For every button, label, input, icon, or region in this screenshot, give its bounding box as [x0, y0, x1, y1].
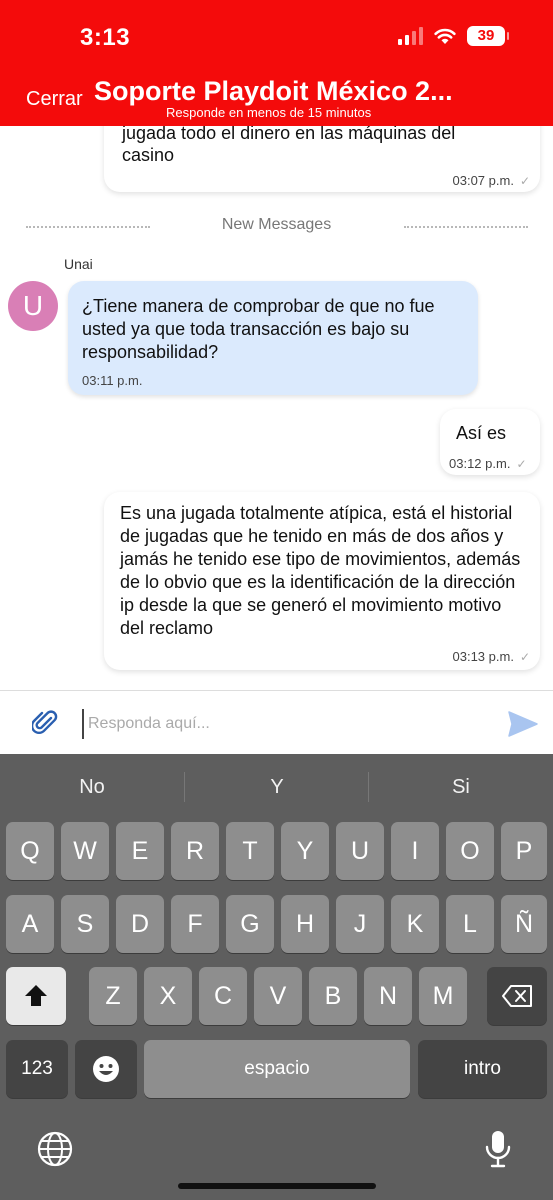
battery-icon: 39 — [467, 26, 509, 46]
key-c[interactable]: C — [199, 967, 247, 1025]
home-indicator — [178, 1183, 376, 1189]
key-k[interactable]: K — [391, 895, 439, 953]
key-p[interactable]: P — [501, 822, 547, 880]
message-meta: 03:12 p.m. ✓ — [449, 451, 527, 476]
suggestion-3[interactable]: Si — [369, 770, 553, 804]
sender-name: Unai — [64, 256, 93, 272]
key-q[interactable]: Q — [6, 822, 54, 880]
message-text: Es una jugada totalmente atípica, está e… — [120, 503, 521, 638]
avatar: U — [8, 281, 58, 331]
shift-key[interactable] — [6, 967, 66, 1025]
check-icon: ✓ — [516, 457, 527, 471]
return-key[interactable]: intro — [418, 1040, 547, 1098]
message-outgoing: Es una jugada totalmente atípica, está e… — [104, 492, 540, 670]
emoji-icon — [93, 1056, 119, 1082]
message-text-cut: jugada todo el dinero en las máquinas de… — [122, 126, 456, 143]
keyboard: No Y Si Q W E R T Y U I O P A S D F G H … — [0, 754, 553, 1200]
key-l[interactable]: L — [446, 895, 494, 953]
key-n[interactable]: N — [364, 967, 412, 1025]
key-o[interactable]: O — [446, 822, 494, 880]
message-time: 03:11 p.m. — [82, 373, 143, 388]
key-z[interactable]: Z — [89, 967, 137, 1025]
key-r[interactable]: R — [171, 822, 219, 880]
key-t[interactable]: T — [226, 822, 274, 880]
key-b[interactable]: B — [309, 967, 357, 1025]
message-meta: 03:07 p.m. ✓ — [453, 168, 531, 193]
app-header: 3:13 39 Cerrar Soporte Playdoit México 2… — [0, 0, 553, 126]
key-w[interactable]: W — [61, 822, 109, 880]
status-icons: 39 — [398, 26, 509, 46]
message-input[interactable] — [82, 709, 482, 739]
message-text: Así es — [456, 423, 507, 443]
emoji-key[interactable] — [75, 1040, 137, 1098]
backspace-key[interactable] — [487, 967, 547, 1025]
key-u[interactable]: U — [336, 822, 384, 880]
key-i[interactable]: I — [391, 822, 439, 880]
microphone-icon[interactable] — [484, 1129, 512, 1169]
shift-arrow-icon — [25, 985, 47, 1006]
key-h[interactable]: H — [281, 895, 329, 953]
numbers-key[interactable]: 123 — [6, 1040, 68, 1098]
key-v[interactable]: V — [254, 967, 302, 1025]
new-messages-label: New Messages — [221, 216, 332, 233]
key-j[interactable]: J — [336, 895, 384, 953]
new-messages-separator: New Messages — [0, 216, 553, 236]
key-g[interactable]: G — [226, 895, 274, 953]
paperclip-icon[interactable] — [32, 709, 58, 737]
message-incoming: ¿Tiene manera de comprobar de que no fue… — [68, 281, 478, 395]
check-icon: ✓ — [519, 174, 530, 188]
message-time: 03:13 p.m. — [452, 649, 514, 664]
globe-icon[interactable] — [37, 1131, 73, 1167]
message-outgoing: jugada todo el dinero en las máquinas de… — [104, 126, 540, 192]
key-x[interactable]: X — [144, 967, 192, 1025]
chat-area[interactable]: jugada todo el dinero en las máquinas de… — [0, 126, 553, 690]
message-time: 03:12 p.m. — [449, 456, 511, 471]
key-s[interactable]: S — [61, 895, 109, 953]
key-m[interactable]: M — [419, 967, 467, 1025]
key-d[interactable]: D — [116, 895, 164, 953]
backspace-icon — [502, 985, 532, 1007]
message-composer — [0, 690, 553, 754]
cellular-signal-icon — [398, 27, 423, 45]
status-time: 3:13 — [80, 24, 131, 51]
suggestion-2[interactable]: Y — [185, 770, 369, 804]
message-text: ¿Tiene manera de comprobar de que no fue… — [82, 296, 435, 362]
send-icon[interactable] — [508, 711, 538, 737]
key-e[interactable]: E — [116, 822, 164, 880]
separator-line-right — [404, 226, 528, 228]
space-key[interactable]: espacio — [144, 1040, 410, 1098]
close-button[interactable]: Cerrar — [26, 88, 83, 111]
key-f[interactable]: F — [171, 895, 219, 953]
message-time: 03:07 p.m. — [452, 173, 514, 188]
message-meta: 03:13 p.m. ✓ — [453, 644, 531, 669]
key-a[interactable]: A — [6, 895, 54, 953]
message-outgoing: Así es 03:12 p.m. ✓ — [440, 409, 540, 475]
wifi-icon — [434, 28, 456, 44]
check-icon: ✓ — [519, 650, 530, 664]
chat-title: Soporte Playdoit México 2... — [94, 76, 453, 106]
key-n-tilde[interactable]: Ñ — [501, 895, 547, 953]
suggestion-1[interactable]: No — [0, 770, 184, 804]
message-text: casino — [122, 145, 175, 165]
chat-subtitle: Responde en menos de 15 minutos — [166, 105, 372, 120]
key-y[interactable]: Y — [281, 822, 329, 880]
